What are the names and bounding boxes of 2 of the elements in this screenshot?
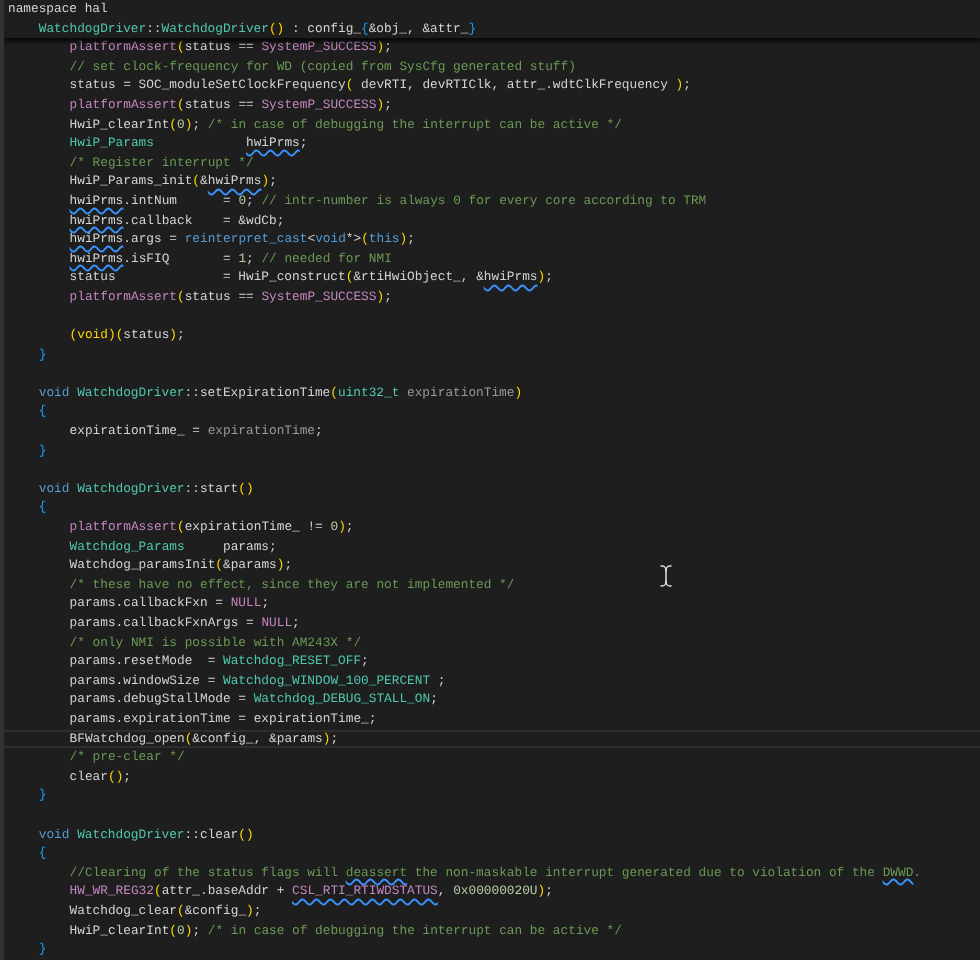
code-editor[interactable] [0,0,980,960]
text-cursor-icon [654,564,678,588]
